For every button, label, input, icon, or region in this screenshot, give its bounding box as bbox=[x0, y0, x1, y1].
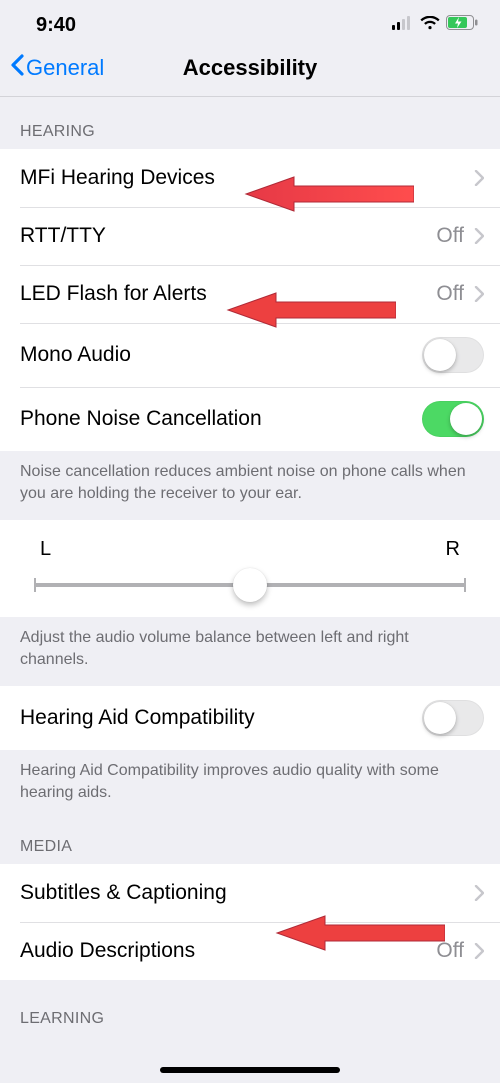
hearing-group: MFi Hearing Devices RTT/TTY Off LED Flas… bbox=[0, 149, 500, 451]
section-header-media: MEDIA bbox=[0, 820, 500, 864]
chevron-right-icon bbox=[474, 170, 484, 186]
row-audio-descriptions[interactable]: Audio Descriptions Off bbox=[0, 922, 500, 980]
hac-footer: Hearing Aid Compatibility improves audio… bbox=[0, 750, 500, 819]
row-mfi-hearing-devices[interactable]: MFi Hearing Devices bbox=[0, 149, 500, 207]
row-label: RTT/TTY bbox=[20, 224, 106, 248]
media-group: Subtitles & Captioning Audio Description… bbox=[0, 864, 500, 980]
slider-thumb[interactable] bbox=[233, 568, 267, 602]
status-bar: 9:40 bbox=[0, 0, 500, 40]
chevron-left-icon bbox=[10, 54, 24, 82]
chevron-right-icon bbox=[474, 885, 484, 901]
section-header-hearing: HEARING bbox=[0, 97, 500, 149]
row-label: LED Flash for Alerts bbox=[20, 282, 207, 306]
nav-separator bbox=[0, 96, 500, 97]
battery-icon bbox=[446, 15, 478, 35]
row-value: Off bbox=[436, 224, 464, 248]
row-subtitles-captioning[interactable]: Subtitles & Captioning bbox=[0, 864, 500, 922]
slider-tick-right bbox=[464, 578, 466, 592]
nav-bar: General Accessibility bbox=[0, 40, 500, 96]
row-label: Mono Audio bbox=[20, 343, 131, 367]
row-label: Hearing Aid Compatibility bbox=[20, 706, 255, 730]
row-label: Audio Descriptions bbox=[20, 939, 195, 963]
row-value: Off bbox=[436, 939, 464, 963]
row-phone-noise-cancellation: Phone Noise Cancellation bbox=[0, 387, 500, 451]
status-icons bbox=[392, 15, 478, 35]
back-label: General bbox=[26, 55, 104, 81]
audio-balance-slider[interactable] bbox=[34, 583, 466, 587]
row-label: MFi Hearing Devices bbox=[20, 166, 215, 190]
row-value: Off bbox=[436, 282, 464, 306]
row-led-flash-for-alerts[interactable]: LED Flash for Alerts Off bbox=[0, 265, 500, 323]
signal-icon bbox=[392, 16, 414, 35]
page-title: Accessibility bbox=[183, 55, 318, 81]
chevron-right-icon bbox=[474, 286, 484, 302]
home-indicator bbox=[160, 1067, 340, 1073]
chevron-right-icon bbox=[474, 943, 484, 959]
balance-footer: Adjust the audio volume balance between … bbox=[0, 617, 500, 686]
back-button[interactable]: General bbox=[10, 54, 104, 82]
chevron-right-icon bbox=[474, 228, 484, 244]
noise-cancellation-footer: Noise cancellation reduces ambient noise… bbox=[0, 451, 500, 520]
row-label: Phone Noise Cancellation bbox=[20, 407, 262, 431]
wifi-icon bbox=[420, 16, 440, 35]
slider-left-label: L bbox=[40, 538, 51, 561]
mono-audio-switch[interactable] bbox=[422, 337, 484, 373]
hearing-aid-compatibility-switch[interactable] bbox=[422, 700, 484, 736]
status-time: 9:40 bbox=[36, 14, 76, 37]
row-hearing-aid-compatibility: Hearing Aid Compatibility bbox=[0, 686, 500, 750]
row-mono-audio: Mono Audio bbox=[0, 323, 500, 387]
row-label: Subtitles & Captioning bbox=[20, 881, 227, 905]
hac-group: Hearing Aid Compatibility bbox=[0, 686, 500, 750]
noise-cancellation-switch[interactable] bbox=[422, 401, 484, 437]
section-header-learning: LEARNING bbox=[0, 980, 500, 1036]
row-rtt-tty[interactable]: RTT/TTY Off bbox=[0, 207, 500, 265]
slider-tick-left bbox=[34, 578, 36, 592]
audio-balance-block: L R bbox=[0, 520, 500, 617]
slider-right-label: R bbox=[446, 538, 460, 561]
